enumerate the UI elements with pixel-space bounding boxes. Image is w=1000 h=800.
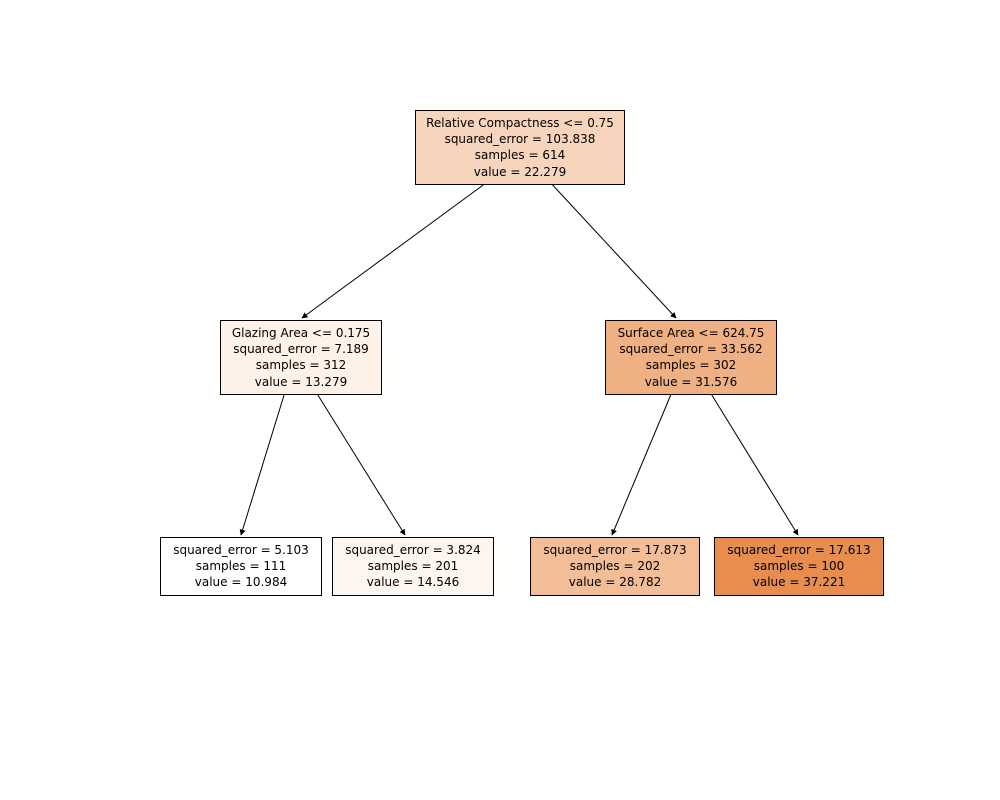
- node-error: squared_error = 103.838: [424, 131, 616, 147]
- node-samples: samples = 312: [229, 357, 373, 373]
- edge-right-rr: [710, 392, 798, 535]
- tree-node-right: Surface Area <= 624.75 squared_error = 3…: [605, 320, 777, 395]
- node-error: squared_error = 33.562: [614, 341, 768, 357]
- node-samples: samples = 614: [424, 147, 616, 163]
- tree-node-left: Glazing Area <= 0.175 squared_error = 7.…: [220, 320, 382, 395]
- node-value: value = 31.576: [614, 374, 768, 390]
- node-error: squared_error = 17.613: [723, 542, 875, 558]
- node-samples: samples = 201: [341, 558, 485, 574]
- tree-leaf-lr: squared_error = 3.824 samples = 201 valu…: [332, 537, 494, 596]
- node-samples: samples = 100: [723, 558, 875, 574]
- node-value: value = 14.546: [341, 574, 485, 590]
- node-error: squared_error = 3.824: [341, 542, 485, 558]
- node-value: value = 37.221: [723, 574, 875, 590]
- node-value: value = 10.984: [169, 574, 313, 590]
- edge-left-ll: [241, 392, 285, 535]
- tree-leaf-ll: squared_error = 5.103 samples = 111 valu…: [160, 537, 322, 596]
- edge-left-lr: [316, 392, 405, 535]
- node-condition: Glazing Area <= 0.175: [229, 325, 373, 341]
- edge-root-right: [548, 180, 676, 318]
- node-error: squared_error = 5.103: [169, 542, 313, 558]
- node-value: value = 13.279: [229, 374, 373, 390]
- node-condition: Surface Area <= 624.75: [614, 325, 768, 341]
- node-value: value = 22.279: [424, 164, 616, 180]
- node-value: value = 28.782: [539, 574, 691, 590]
- node-samples: samples = 202: [539, 558, 691, 574]
- tree-leaf-rr: squared_error = 17.613 samples = 100 val…: [714, 537, 884, 596]
- tree-leaf-rl: squared_error = 17.873 samples = 202 val…: [530, 537, 700, 596]
- edge-right-rl: [612, 392, 672, 535]
- node-samples: samples = 302: [614, 357, 768, 373]
- node-condition: Relative Compactness <= 0.75: [424, 115, 616, 131]
- tree-canvas: Relative Compactness <= 0.75 squared_err…: [0, 0, 1000, 800]
- node-error: squared_error = 17.873: [539, 542, 691, 558]
- node-samples: samples = 111: [169, 558, 313, 574]
- edge-root-left: [302, 180, 490, 318]
- tree-node-root: Relative Compactness <= 0.75 squared_err…: [415, 110, 625, 185]
- node-error: squared_error = 7.189: [229, 341, 373, 357]
